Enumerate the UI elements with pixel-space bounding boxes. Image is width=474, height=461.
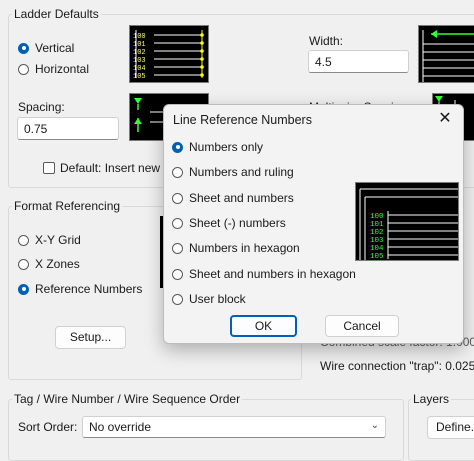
dialog-preview: 100 101 102 103 104 105 <box>355 182 459 261</box>
spacing-label: Spacing: <box>18 100 65 114</box>
ladder-preview-num: 104 <box>133 65 146 73</box>
dialog-preview-num: 105 <box>370 253 384 260</box>
width-preview <box>418 25 474 83</box>
sort-order-value: No override <box>89 420 152 434</box>
opt-user-block-label: User block <box>189 292 246 306</box>
horizontal-radio-label: Horizontal <box>35 62 90 76</box>
opt-numbers-ruling-label: Numbers and ruling <box>189 165 294 179</box>
layers-title: Layers <box>411 392 452 406</box>
tag-order-title: Tag / Wire Number / Wire Sequence Order <box>12 392 243 406</box>
chevron-down-icon: ⌄ <box>370 420 379 431</box>
spacing-input[interactable]: 0.75 <box>17 117 119 140</box>
width-label: Width: <box>309 34 344 48</box>
opt-sheet-numbers-hexagon-label: Sheet and numbers in hexagon <box>189 267 356 281</box>
format-referencing-title: Format Referencing <box>12 199 123 213</box>
opt-sheet-numbers-hexagon[interactable]: Sheet and numbers in hexagon <box>172 267 356 281</box>
ladder-preview-num: 105 <box>133 73 146 81</box>
xy-grid-radio-label: X-Y Grid <box>35 233 81 247</box>
opt-numbers-hexagon[interactable]: Numbers in hexagon <box>172 241 300 255</box>
dialog-preview-num: 100 <box>370 213 384 221</box>
reference-numbers-radio[interactable]: Reference Numbers <box>18 282 142 296</box>
opt-numbers-only-label: Numbers only <box>189 140 264 154</box>
close-icon: ✕ <box>438 110 452 127</box>
opt-sheet-numbers-label: Sheet and numbers <box>189 191 294 205</box>
dialog-preview-num: 101 <box>370 221 384 229</box>
opt-numbers-hexagon-dot[interactable] <box>172 242 183 254</box>
ladder-preview-graphic: 100 101 102 103 104 105 <box>133 30 204 81</box>
opt-numbers-only-dot[interactable] <box>172 141 183 153</box>
ladder-preview: 100 101 102 103 104 105 <box>129 25 209 83</box>
default-insert-label: Default: Insert new lad <box>60 161 180 175</box>
opt-sheet-dash-numbers-label: Sheet (-) numbers <box>189 216 286 230</box>
width-preview-graphic <box>422 30 474 82</box>
opt-user-block-dot[interactable] <box>172 293 183 305</box>
dialog-title: Line Reference Numbers <box>173 113 312 127</box>
dialog-preview-num: 104 <box>370 245 384 253</box>
dialog-preview-graphic: 100 101 102 103 104 105 <box>359 188 458 260</box>
vertical-radio-dot[interactable] <box>18 42 29 54</box>
opt-numbers-ruling[interactable]: Numbers and ruling <box>172 165 294 179</box>
x-zones-radio-dot[interactable] <box>18 258 29 270</box>
vertical-radio-label: Vertical <box>35 41 75 55</box>
opt-numbers-ruling-dot[interactable] <box>172 166 183 178</box>
opt-sheet-dash-numbers[interactable]: Sheet (-) numbers <box>172 216 286 230</box>
horizontal-radio[interactable]: Horizontal <box>18 62 89 76</box>
horizontal-radio-dot[interactable] <box>18 63 29 75</box>
opt-sheet-dash-numbers-dot[interactable] <box>172 217 183 229</box>
line-reference-dialog: Line Reference Numbers ✕ Numbers only Nu… <box>163 104 464 344</box>
reference-numbers-radio-dot[interactable] <box>18 283 29 295</box>
sort-order-select[interactable]: No override ⌄ <box>82 416 386 438</box>
x-zones-radio[interactable]: X Zones <box>18 257 80 271</box>
x-zones-radio-label: X Zones <box>35 257 80 271</box>
layers-define-button[interactable]: Define... <box>427 416 474 439</box>
ok-button[interactable]: OK <box>230 315 297 337</box>
cancel-button[interactable]: Cancel <box>325 315 399 337</box>
width-input[interactable]: 4.5 <box>308 50 409 73</box>
ladder-preview-num: 101 <box>133 41 146 49</box>
vertical-radio[interactable]: Vertical <box>18 41 74 55</box>
dialog-preview-num: 102 <box>370 229 384 237</box>
ladder-preview-num: 103 <box>133 57 146 65</box>
sort-order-label: Sort Order: <box>18 420 78 434</box>
dialog-close-button[interactable]: ✕ <box>432 107 458 131</box>
opt-sheet-numbers[interactable]: Sheet and numbers <box>172 191 294 205</box>
wire-trap-text: Wire connection "trap": 0.025000 <box>320 359 474 373</box>
ladder-defaults-title: Ladder Defaults <box>12 7 101 21</box>
setup-button[interactable]: Setup... <box>55 326 126 349</box>
ladder-preview-num: 102 <box>133 49 146 57</box>
dialog-preview-num: 103 <box>370 237 384 245</box>
opt-numbers-hexagon-label: Numbers in hexagon <box>189 241 300 255</box>
opt-sheet-numbers-dot[interactable] <box>172 192 183 204</box>
xy-grid-radio[interactable]: X-Y Grid <box>18 233 81 247</box>
default-insert-checkbox[interactable] <box>43 162 55 174</box>
ladder-preview-num: 100 <box>133 33 146 41</box>
reference-numbers-radio-label: Reference Numbers <box>35 282 143 296</box>
xy-grid-radio-dot[interactable] <box>18 234 29 246</box>
opt-sheet-numbers-hexagon-dot[interactable] <box>172 268 183 280</box>
opt-user-block[interactable]: User block <box>172 292 246 306</box>
opt-numbers-only[interactable]: Numbers only <box>172 140 263 154</box>
